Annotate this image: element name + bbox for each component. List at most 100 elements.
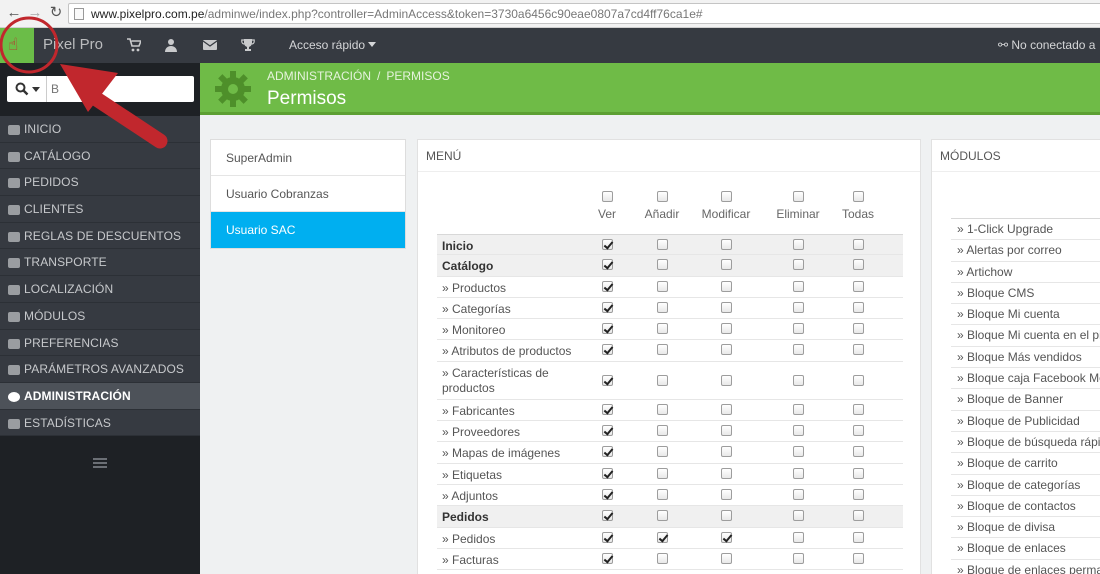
permission-checkbox[interactable] [721, 510, 732, 522]
permission-checkbox[interactable] [793, 403, 804, 415]
search-type-button[interactable] [7, 76, 47, 102]
list-item[interactable]: » Bloque de enlaces perma [951, 560, 1100, 574]
permission-checkbox[interactable] [853, 344, 864, 356]
permission-checkbox[interactable] [657, 374, 668, 386]
sidebar-item-inicio[interactable]: Inicio [0, 116, 200, 143]
list-item[interactable]: » Bloque de Banner [951, 389, 1100, 411]
permission-checkbox[interactable] [602, 488, 613, 500]
permission-checkbox[interactable] [853, 323, 864, 335]
permission-checkbox[interactable] [657, 552, 668, 564]
permission-checkbox[interactable] [657, 531, 668, 543]
permission-checkbox[interactable] [853, 239, 864, 250]
list-item[interactable]: » Bloque CMS [951, 283, 1100, 305]
permission-checkbox[interactable] [793, 446, 804, 458]
permission-checkbox[interactable] [721, 301, 732, 313]
permission-checkbox[interactable] [793, 467, 804, 479]
trophy-icon[interactable] [241, 38, 257, 52]
permission-checkbox[interactable] [602, 510, 613, 522]
connection-status[interactable]: ⚯ No conectado a [998, 38, 1095, 52]
permission-checkbox[interactable] [602, 531, 613, 543]
permission-checkbox[interactable] [602, 374, 613, 386]
breadcrumb-item[interactable]: Administración [267, 69, 371, 83]
permission-checkbox[interactable] [721, 374, 732, 386]
sidebar-item-catalogo[interactable]: Catálogo [0, 142, 200, 170]
permission-checkbox[interactable] [657, 510, 668, 522]
list-item[interactable]: » Bloque de categorías [951, 475, 1100, 496]
sidebar-item-estadisticas[interactable]: Estadísticas [0, 409, 200, 437]
list-item[interactable]: » Alertas por correo [951, 240, 1100, 262]
permission-checkbox[interactable] [853, 280, 864, 292]
permission-checkbox[interactable] [793, 301, 804, 313]
permission-checkbox[interactable] [853, 425, 864, 437]
select-all-checkbox[interactable] [656, 191, 668, 202]
permission-checkbox[interactable] [657, 344, 668, 356]
permission-checkbox[interactable] [602, 403, 613, 415]
sidebar-item-clientes[interactable]: Clientes [0, 196, 200, 223]
permission-checkbox[interactable] [657, 280, 668, 292]
permission-checkbox[interactable] [793, 374, 804, 386]
permission-checkbox[interactable] [602, 425, 613, 437]
sidebar-item-preferencias[interactable]: Preferencias [0, 329, 200, 357]
collapse-menu-icon[interactable] [93, 458, 107, 470]
permission-checkbox[interactable] [602, 552, 613, 564]
select-all-checkbox[interactable] [720, 191, 732, 202]
permission-checkbox[interactable] [721, 488, 732, 500]
list-item[interactable]: » Bloque de búsqueda rápi [951, 432, 1100, 454]
permission-checkbox[interactable] [853, 259, 864, 271]
permission-checkbox[interactable] [721, 344, 732, 356]
permission-checkbox[interactable] [657, 467, 668, 479]
list-item[interactable]: » Bloque de carrito [951, 453, 1100, 475]
permission-checkbox[interactable] [853, 510, 864, 522]
permission-checkbox[interactable] [721, 446, 732, 458]
permission-checkbox[interactable] [657, 259, 668, 271]
permission-checkbox[interactable] [721, 425, 732, 437]
user-icon[interactable] [164, 38, 180, 52]
list-item[interactable]: » Bloque de enlaces [951, 538, 1100, 560]
permission-checkbox[interactable] [721, 552, 732, 564]
permission-checkbox[interactable] [657, 301, 668, 313]
permission-checkbox[interactable] [853, 446, 864, 458]
permission-checkbox[interactable] [853, 374, 864, 386]
list-item[interactable]: » Bloque de divisa [951, 517, 1100, 539]
sidebar-item-transporte[interactable]: Transporte [0, 249, 200, 277]
permission-checkbox[interactable] [793, 259, 804, 271]
permission-checkbox[interactable] [793, 531, 804, 543]
cart-icon[interactable] [127, 38, 143, 52]
back-arrow-icon[interactable]: ← [6, 4, 22, 22]
permission-checkbox[interactable] [853, 552, 864, 564]
permission-checkbox[interactable] [793, 239, 804, 250]
permission-checkbox[interactable] [657, 323, 668, 335]
list-item[interactable]: » Bloque de Publicidad [951, 411, 1100, 432]
permission-checkbox[interactable] [602, 259, 613, 271]
permission-checkbox[interactable] [853, 403, 864, 415]
permission-checkbox[interactable] [793, 425, 804, 437]
search-input[interactable] [51, 80, 187, 98]
breadcrumb-item[interactable]: Permisos [386, 69, 449, 83]
forward-arrow-icon[interactable]: → [27, 4, 43, 22]
permission-checkbox[interactable] [657, 488, 668, 500]
sidebar-item-administracion[interactable]: Administración [0, 382, 200, 410]
permission-checkbox[interactable] [657, 403, 668, 415]
permission-checkbox[interactable] [793, 323, 804, 335]
permission-checkbox[interactable] [657, 446, 668, 458]
permission-checkbox[interactable] [602, 323, 613, 335]
permission-checkbox[interactable] [657, 425, 668, 437]
list-item[interactable]: » Bloque Mi cuenta [951, 304, 1100, 326]
quick-access-dropdown[interactable]: Acceso rápido [289, 38, 377, 52]
list-item[interactable]: » Bloque de contactos [951, 496, 1100, 518]
list-item[interactable]: » Bloque Mi cuenta en el pi [951, 325, 1100, 347]
permission-checkbox[interactable] [793, 488, 804, 500]
reload-icon[interactable]: ↻ [48, 4, 64, 22]
permission-checkbox[interactable] [853, 301, 864, 313]
permission-checkbox[interactable] [602, 467, 613, 479]
brand-name[interactable]: Pixel Pro [43, 36, 103, 53]
permission-checkbox[interactable] [793, 552, 804, 564]
permission-checkbox[interactable] [602, 446, 613, 458]
sidebar-item-localizacion[interactable]: Localización [0, 276, 200, 303]
profile-item[interactable]: Usuario SAC [211, 212, 405, 248]
select-all-checkbox[interactable] [601, 191, 613, 202]
list-item[interactable]: » Bloque Más vendidos [951, 347, 1100, 369]
permission-checkbox[interactable] [602, 344, 613, 356]
url-field[interactable]: www.pixelpro.com.pe/adminwe/index.php?co… [68, 3, 1100, 24]
select-all-checkbox[interactable] [852, 191, 864, 202]
